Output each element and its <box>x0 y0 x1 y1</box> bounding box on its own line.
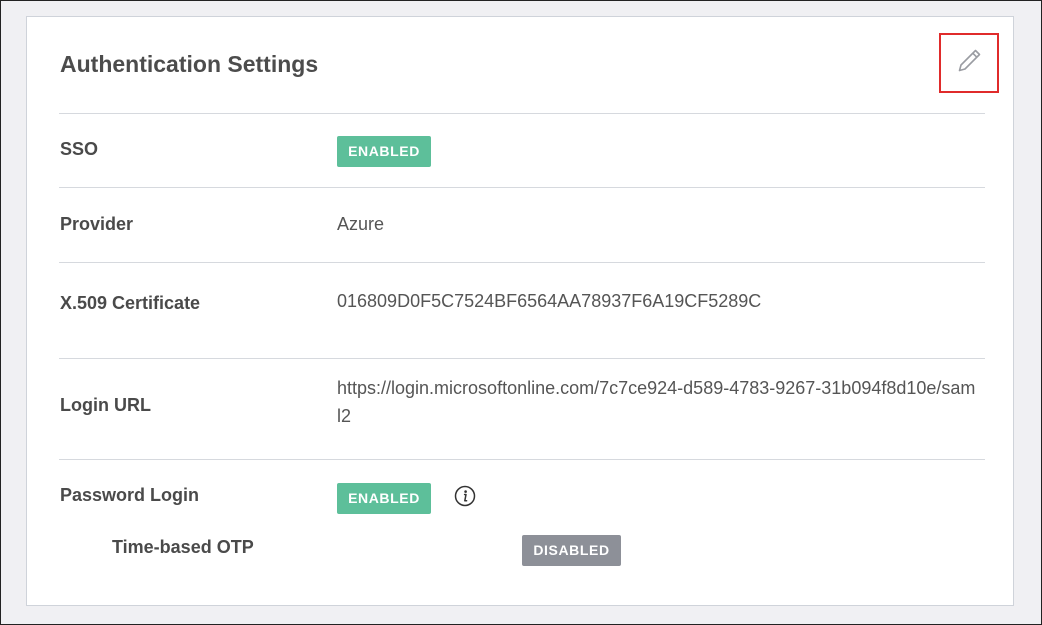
otp-label: Time-based OTP <box>112 537 254 557</box>
authentication-settings-panel: Authentication Settings SSO ENABLED Prov… <box>26 16 1014 606</box>
sso-label: SSO <box>60 139 99 159</box>
divider <box>59 113 985 114</box>
pencil-icon <box>954 46 984 81</box>
panel-title: Authentication Settings <box>60 51 319 77</box>
password-login-status-badge: ENABLED <box>337 483 431 514</box>
login-url-label: Login URL <box>60 395 151 415</box>
login-url-value: https://login.microsoftonline.com/7c7ce9… <box>337 378 976 426</box>
divider <box>59 358 985 359</box>
divider <box>59 187 985 188</box>
certificate-label: X.509 Certificate <box>60 293 201 313</box>
divider <box>59 459 985 460</box>
certificate-value: 016809D0F5C7524BF6564AA78937F6A19CF5289C <box>337 291 762 311</box>
otp-status-badge: DISABLED <box>522 535 621 566</box>
divider <box>59 262 985 263</box>
provider-value: Azure <box>337 214 385 234</box>
edit-button[interactable] <box>939 33 999 93</box>
provider-label: Provider <box>60 214 134 234</box>
password-login-label: Password Login <box>60 485 200 505</box>
info-icon[interactable] <box>454 485 476 507</box>
sso-status-badge: ENABLED <box>337 136 431 167</box>
